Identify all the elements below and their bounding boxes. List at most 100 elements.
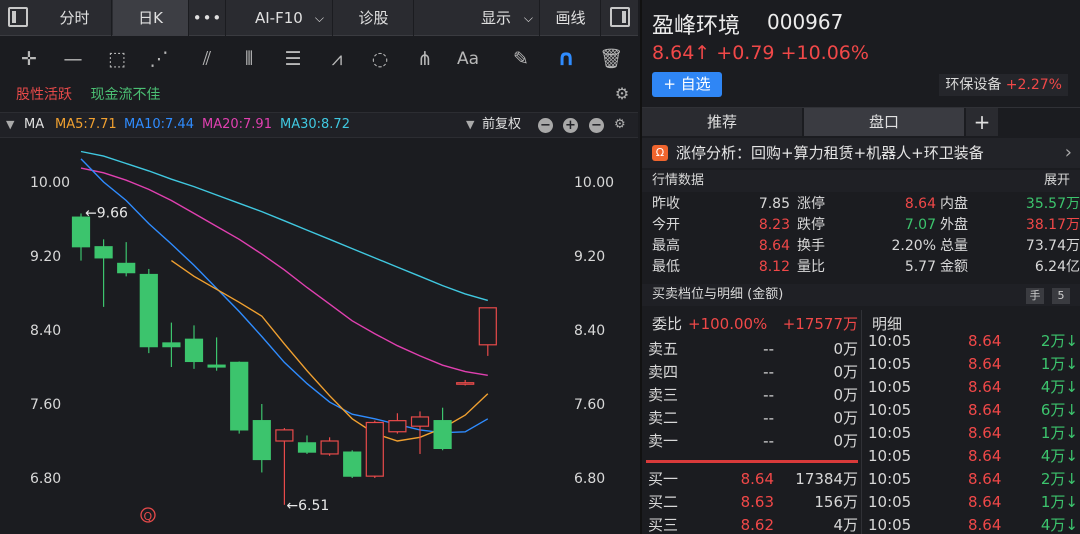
- depth-toggle[interactable]: 5: [1052, 288, 1070, 304]
- magnet-icon[interactable]: ∩: [553, 46, 579, 72]
- limit-up-analysis[interactable]: Ω 涨停分析：回购+算力租赁+机器人+环卫装备 ›: [642, 138, 1080, 168]
- display-dropdown[interactable]: 显示 ⌵: [415, 0, 540, 36]
- trade-price: 8.64: [968, 447, 1002, 465]
- level-label: 买一: [648, 470, 679, 488]
- order-ratio: 委比 +100.00% +17577万: [642, 310, 862, 338]
- panel-toggle-icon[interactable]: [610, 7, 630, 27]
- adjust-chevron-icon[interactable]: ▼: [466, 113, 474, 137]
- diagnose-button[interactable]: 诊股: [334, 0, 414, 36]
- tag-cashflow[interactable]: 现金流不佳: [90, 87, 160, 103]
- level-amount: 0万: [833, 432, 858, 450]
- trade-row: 10:05 8.64 1万↓: [864, 353, 1080, 376]
- fib-icon[interactable]: ☰: [280, 46, 306, 72]
- ma-label: MA: [24, 117, 45, 132]
- candle-up: [456, 382, 475, 385]
- tab-daily-k[interactable]: 日K: [113, 0, 189, 36]
- price-line: 8.64↑ +0.79 +10.06%: [652, 42, 869, 64]
- draw-line-button[interactable]: 画线: [541, 0, 601, 36]
- quote-label: 最高: [652, 238, 680, 254]
- candle-up: [365, 421, 384, 477]
- y-tick-label-left: 6.80: [30, 471, 61, 487]
- quote-panel: 盈峰环境 000967 8.64↑ +0.79 +10.06% + 自选 环保设…: [640, 0, 1080, 534]
- tab-intraday[interactable]: 分时: [38, 0, 112, 36]
- hand-toggle[interactable]: 手: [1026, 288, 1044, 304]
- buy-level-row[interactable]: 买一 8.64 17384万: [642, 468, 862, 491]
- sell-level-row[interactable]: 卖一 -- 0万: [642, 430, 862, 453]
- candle-down: [252, 420, 271, 461]
- trade-row: 10:05 8.64 6万↓: [864, 399, 1080, 422]
- ma-legend-bar: ▼ MA MA5:7.71 MA10:7.44 MA20:7.91 MA30:8…: [0, 112, 638, 138]
- crosshair-icon[interactable]: ✛: [16, 46, 42, 72]
- collapse-icon[interactable]: ▼: [6, 113, 14, 137]
- orderbook-header: 买卖档位与明细 (金额): [642, 284, 1080, 306]
- trade-volume: 1万↓: [1040, 493, 1078, 511]
- trade-time: 10:05: [868, 470, 912, 488]
- orderbook-title: 买卖档位与明细 (金额): [652, 287, 784, 302]
- channel-icon[interactable]: ⫽: [194, 46, 220, 72]
- sell-level-row[interactable]: 卖四 -- 0万: [642, 361, 862, 384]
- add-tab-button[interactable]: +: [966, 108, 998, 136]
- sell-level-row[interactable]: 卖二 -- 0万: [642, 407, 862, 430]
- trade-row: 10:05 8.64 2万↓: [864, 468, 1080, 491]
- level-price: --: [763, 340, 774, 358]
- candle-down: [207, 364, 226, 368]
- trade-row: 10:05 8.64 4万↓: [864, 514, 1080, 534]
- level-price: --: [763, 386, 774, 404]
- rect-icon[interactable]: ⬚: [104, 46, 130, 72]
- text-icon[interactable]: Aa: [455, 46, 481, 72]
- trade-price: 8.64: [968, 424, 1002, 442]
- trade-time: 10:05: [868, 401, 912, 419]
- tab-recommend[interactable]: 推荐: [642, 108, 802, 136]
- quote-value: 8.12: [758, 259, 790, 275]
- fan-icon[interactable]: ⋰: [146, 46, 172, 72]
- sector-badge[interactable]: 环保设备 +2.27%: [939, 74, 1068, 96]
- adjust-mode[interactable]: 前复权: [482, 113, 521, 137]
- cycle-icon[interactable]: ◌: [367, 46, 393, 72]
- eraser-icon[interactable]: ✎: [508, 46, 534, 72]
- quote-row: 今开 8.23 跌停 7.07 外盘 38.17万: [642, 215, 1080, 236]
- quote-value: 6.24亿: [1034, 259, 1080, 275]
- quote-value: 7.07: [904, 217, 936, 233]
- add-favorite-button[interactable]: + 自选: [652, 72, 722, 97]
- trade-time: 10:05: [868, 516, 912, 534]
- candlestick-chart[interactable]: 10.00 10.00 9.20 9.20 8.40 8.40 7.60 7.60 6.80 6.…: [0, 138, 638, 534]
- display-label: 显示: [481, 9, 512, 27]
- gear-icon[interactable]: ⚙: [614, 113, 626, 137]
- buy-level-row[interactable]: 买二 8.63 156万: [642, 491, 862, 514]
- quote-value: 73.74万: [1025, 238, 1080, 254]
- sell-level-row[interactable]: 卖五 -- 0万: [642, 338, 862, 361]
- last-price: 8.64↑: [652, 42, 711, 64]
- trash-icon[interactable]: 🗑: [598, 46, 624, 72]
- chart-panel: 分时 日K ••• AI-F10 ⌵ 诊股 显示 ⌵ 画线 ✛ — ⬚ ⋰ ⫽ …: [0, 0, 638, 534]
- level-amount: 0万: [833, 340, 858, 358]
- order-ratio-label: 委比: [652, 315, 683, 333]
- gann-icon[interactable]: ⋔: [412, 46, 438, 72]
- buy-level-row[interactable]: 买三 8.62 4万: [642, 514, 862, 534]
- minus-icon[interactable]: −: [538, 118, 553, 133]
- level-amount: 156万: [814, 493, 858, 511]
- sell-level-row[interactable]: 卖三 -- 0万: [642, 384, 862, 407]
- gear-icon[interactable]: ⚙: [614, 86, 630, 102]
- quote-label: 昨收: [652, 196, 680, 212]
- bars-icon[interactable]: ⦀: [236, 46, 262, 72]
- expand-button[interactable]: 展开: [1044, 170, 1070, 192]
- stock-name: 盈峰环境: [652, 14, 741, 39]
- ai-f10-dropdown[interactable]: AI-F10 ⌵: [227, 0, 333, 36]
- tab-orderbook[interactable]: 盘口: [804, 108, 964, 136]
- trade-detail: 明细 10:05 8.64 2万↓ 10:05 8.64 1万↓ 10:05 8.64 4万↓ 1…: [864, 310, 1080, 534]
- sidebar-toggle-icon[interactable]: [8, 7, 28, 27]
- plus-icon[interactable]: +: [563, 118, 578, 133]
- trade-row: 10:05 8.64 4万↓: [864, 376, 1080, 399]
- tag-active[interactable]: 股性活跃: [16, 87, 72, 103]
- more-button[interactable]: •••: [190, 0, 226, 36]
- trade-volume: 2万↓: [1040, 470, 1078, 488]
- line-icon[interactable]: —: [60, 46, 86, 72]
- stock-code: 000967: [767, 10, 844, 34]
- order-ratio-amount: +17577万: [782, 315, 858, 333]
- candle-up: [388, 420, 407, 433]
- y-tick-label-right: 8.40: [574, 323, 605, 339]
- level-amount: 17384万: [795, 470, 858, 488]
- candle-down: [433, 420, 452, 449]
- wave-icon[interactable]: ⩘: [324, 46, 350, 72]
- minus-icon[interactable]: −: [589, 118, 604, 133]
